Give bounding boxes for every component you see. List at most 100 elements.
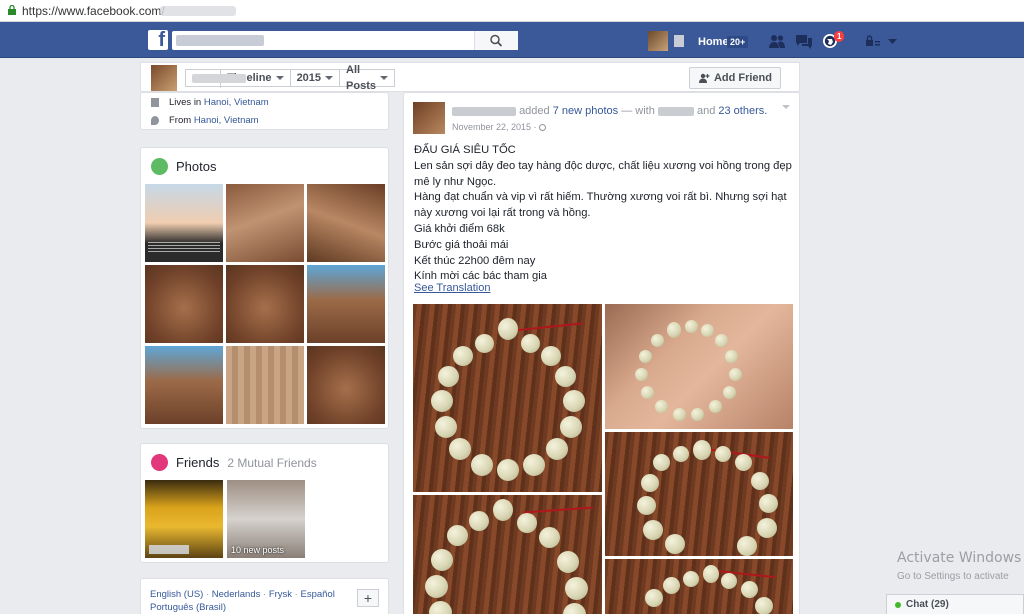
bead [546, 438, 568, 460]
lives-in-row: Lives in Hanoi, Vietnam [151, 97, 269, 108]
post-date[interactable]: November 22, 2015 · [452, 122, 547, 132]
bead [667, 322, 681, 338]
lives-in-label: Lives in [169, 97, 202, 108]
post-others-link[interactable]: 23 others. [718, 105, 767, 117]
post-text-line: Hàng đạt chuẩn và vip vì rất hiếm. Thườn… [414, 191, 787, 204]
bead [475, 334, 494, 353]
photo-thumbnail[interactable] [145, 346, 223, 424]
search-input[interactable] [172, 31, 518, 50]
photo-thumbnail[interactable] [307, 265, 385, 343]
bead [438, 366, 459, 387]
post-photo[interactable] [605, 304, 793, 429]
post-author-avatar[interactable] [413, 102, 445, 134]
more-languages-button[interactable]: + [357, 589, 379, 607]
home-link[interactable]: Home [698, 36, 729, 48]
post-body-text: ĐẤU GIÁ SIÊU TỐC Len sản sợi dây đeo tay… [414, 143, 792, 285]
bead [663, 577, 680, 594]
account-menu-caret-icon[interactable] [884, 33, 902, 49]
friends-title[interactable]: Friends [176, 455, 219, 470]
online-status-icon [895, 601, 901, 608]
post-text-line: Kết thúc 22h00 đêm nay [414, 254, 536, 267]
post-text-line: Len sản sợi dây đeo tay hàng độc dược, c… [414, 159, 792, 172]
post-text-line: ĐẤU GIÁ SIÊU TỐC [414, 144, 516, 156]
post-options-chevron-icon[interactable] [782, 105, 790, 109]
post-added-text: added [519, 105, 550, 117]
messages-icon[interactable] [795, 33, 813, 49]
photo-thumbnail[interactable] [307, 184, 385, 262]
bead [725, 350, 738, 363]
bead [635, 368, 648, 381]
bead [555, 366, 576, 387]
add-friend-button[interactable]: Add Friend [688, 67, 781, 89]
year-dropdown[interactable]: 2015 [291, 70, 341, 86]
post-photo[interactable] [413, 304, 602, 492]
language-link-portugues[interactable]: Português (Brasil) [150, 602, 226, 613]
bead [643, 520, 663, 540]
bead [655, 400, 668, 413]
language-link-english[interactable]: English (US) [150, 589, 203, 600]
post-date-text[interactable]: November 22, 2015 · [452, 122, 537, 132]
profile-avatar[interactable] [648, 31, 668, 51]
lives-in-link[interactable]: Hanoi, Vietnam [204, 97, 269, 108]
search-button[interactable] [474, 31, 518, 50]
from-link[interactable]: Hanoi, Vietnam [194, 115, 259, 126]
lock-icon [8, 5, 16, 15]
intro-card: Lives in Hanoi, Vietnam From Hanoi, Viet… [140, 92, 389, 130]
facebook-logo-icon[interactable]: f [148, 29, 168, 51]
post-photo[interactable] [413, 495, 602, 614]
language-link-frysk[interactable]: Frysk [269, 589, 292, 600]
bead [639, 350, 652, 363]
bead [735, 454, 752, 471]
photos-grid [145, 184, 387, 424]
bead [729, 368, 742, 381]
photo-thumbnail[interactable] [226, 265, 304, 343]
photo-thumbnail[interactable] [226, 184, 304, 262]
post-with-text: — with [621, 105, 655, 117]
blurred-profile-name[interactable] [674, 35, 684, 47]
url-text[interactable]: https://www.facebook.com/ [22, 4, 165, 18]
chat-label: Chat (29) [906, 599, 949, 610]
blurred-url-part [160, 6, 236, 16]
bead [557, 551, 579, 573]
bead [685, 320, 698, 333]
bead [493, 499, 513, 521]
blurred-author-name[interactable] [452, 106, 516, 116]
bead [453, 346, 473, 366]
post-photo[interactable] [605, 559, 793, 614]
language-link-espanol[interactable]: Español [301, 589, 335, 600]
profile-thumbnail[interactable] [151, 65, 177, 91]
blurred-profile-name[interactable] [186, 70, 246, 88]
photos-header[interactable]: Photos [151, 158, 216, 175]
blurred-tagged-friend[interactable] [657, 106, 694, 116]
chat-tab[interactable]: Chat (29) [886, 594, 1024, 614]
bead [715, 334, 728, 347]
friend-requests-icon[interactable] [768, 33, 786, 49]
post-photo-count-link[interactable]: 7 new photos [553, 105, 618, 117]
bead [431, 549, 453, 571]
photo-thumbnail[interactable] [145, 184, 223, 262]
see-translation-link[interactable]: See Translation [414, 282, 490, 294]
photos-title[interactable]: Photos [176, 159, 216, 174]
friends-header[interactable]: Friends 2 Mutual Friends [151, 454, 317, 471]
friend-thumbnail[interactable]: 10 new posts [227, 480, 305, 558]
photo-thumbnail[interactable] [145, 265, 223, 343]
friend-thumbnail[interactable] [145, 480, 223, 558]
red-cord [523, 506, 593, 514]
photo-thumbnail[interactable] [307, 346, 385, 424]
language-link-nederlands[interactable]: Nederlands [212, 589, 261, 600]
posts-filter-dropdown[interactable]: All Posts [340, 64, 394, 92]
mutual-friends-count[interactable]: 2 Mutual Friends [227, 456, 316, 470]
bead [563, 603, 586, 614]
post-text-line: mê ly như Ngọc. [414, 175, 497, 188]
chevron-down-icon [380, 76, 388, 80]
add-friend-icon [698, 73, 710, 83]
post-photo[interactable] [605, 432, 793, 556]
bead [651, 334, 664, 347]
posts-filter-label: All Posts [346, 64, 377, 92]
blurred-friend-name [149, 545, 189, 554]
bead [641, 386, 654, 399]
privacy-lock-icon[interactable] [864, 33, 882, 49]
browser-address-bar[interactable]: https://www.facebook.com/ [0, 0, 1024, 22]
bead [665, 534, 685, 554]
photo-thumbnail[interactable] [226, 346, 304, 424]
